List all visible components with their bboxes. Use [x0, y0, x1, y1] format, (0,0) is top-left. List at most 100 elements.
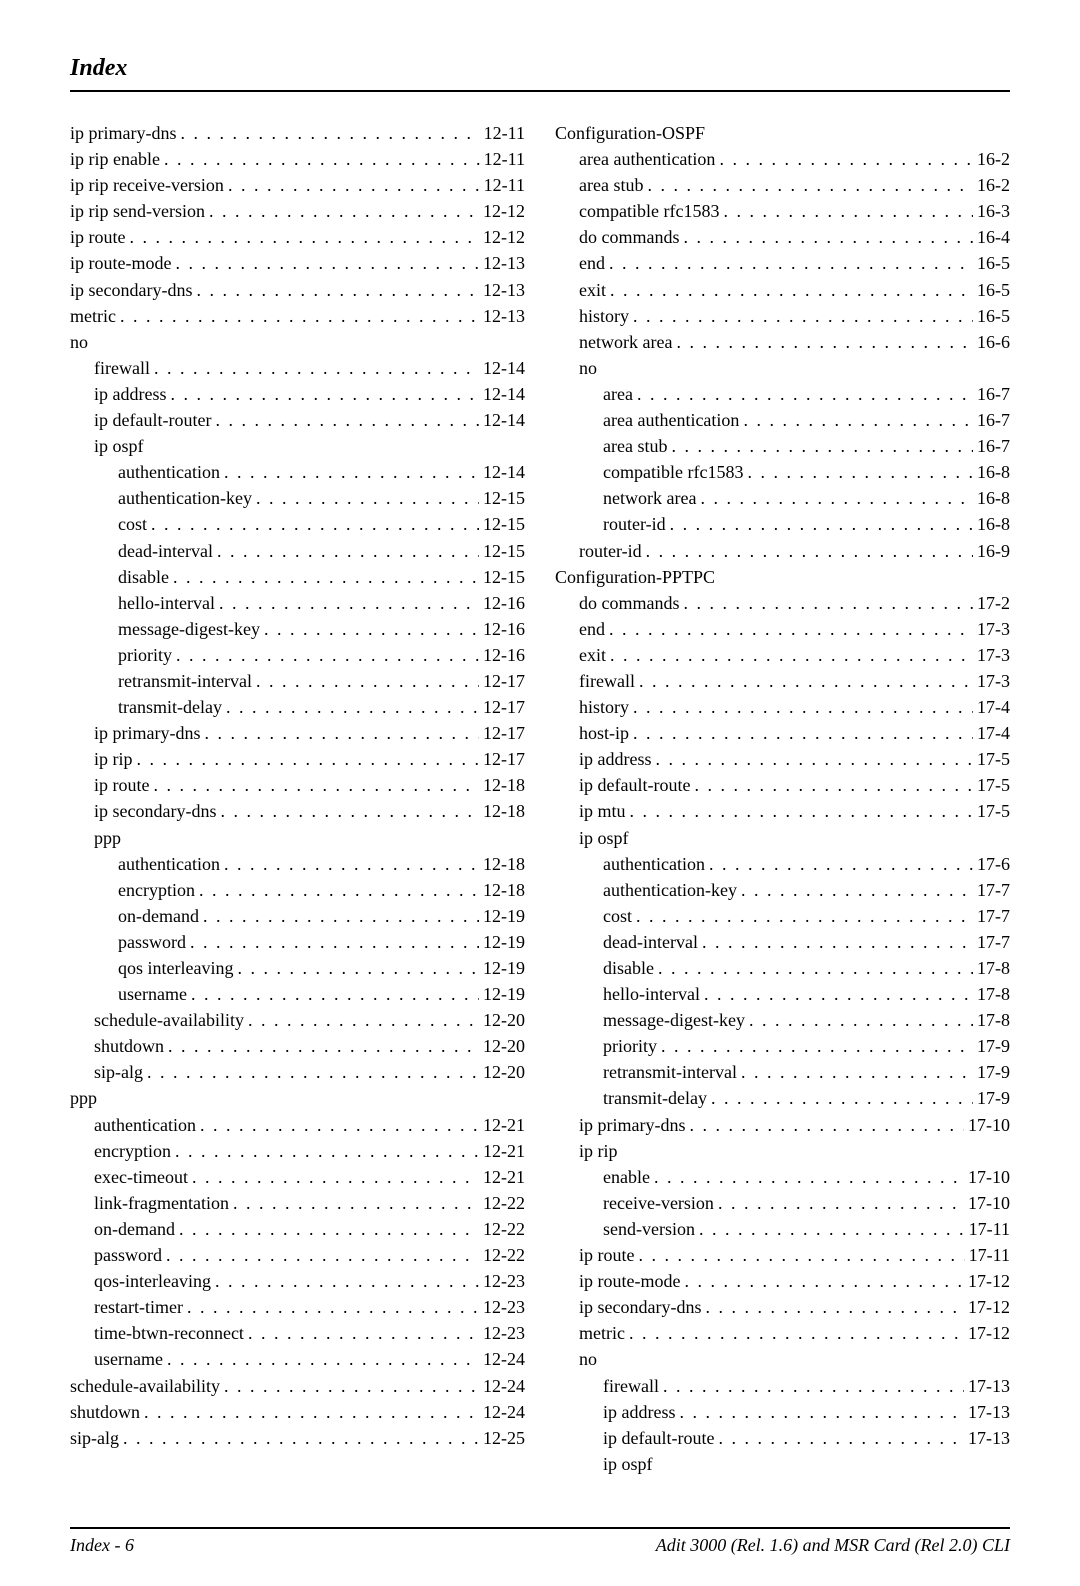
leader-dots — [718, 1190, 964, 1216]
index-entry-label: transmit-delay — [118, 694, 222, 720]
index-entry-label: ip secondary-dns — [579, 1294, 701, 1320]
index-entry: dead-interval17-7 — [555, 929, 1010, 955]
divider-top — [70, 90, 1010, 92]
index-entry-page: 12-14 — [483, 355, 525, 381]
leader-dots — [233, 1190, 479, 1216]
index-entry-label: ip rip send-version — [70, 198, 205, 224]
leader-dots — [248, 1320, 479, 1346]
index-entry-label: ip rip — [94, 746, 133, 772]
leader-dots — [167, 1346, 479, 1372]
index-entry-page: 17-7 — [977, 877, 1010, 903]
index-entry-label: network area — [579, 329, 672, 355]
leader-dots — [196, 277, 479, 303]
index-entry: shutdown12-24 — [70, 1399, 525, 1425]
index-entry-page: 12-24 — [483, 1346, 525, 1372]
index-entry-label: metric — [579, 1320, 625, 1346]
index-entry: area authentication16-2 — [555, 146, 1010, 172]
index-entry-label: disable — [603, 955, 654, 981]
index-entry-page: 12-16 — [483, 642, 525, 668]
leader-dots — [718, 1425, 964, 1451]
index-entry-label: compatible rfc1583 — [603, 459, 743, 485]
index-entry: router-id16-8 — [555, 511, 1010, 537]
leader-dots — [676, 329, 973, 355]
index-entry-label: message-digest-key — [118, 616, 260, 642]
index-entry: authentication12-14 — [70, 459, 525, 485]
index-entry: ip secondary-dns 12-18 — [70, 798, 525, 824]
index-entry: exec-timeout12-21 — [70, 1164, 525, 1190]
index-entry-page: 12-22 — [483, 1242, 525, 1268]
index-entry: Configuration-PPTPC — [555, 564, 1010, 590]
leader-dots — [699, 1216, 965, 1242]
leader-dots — [630, 798, 973, 824]
index-entry-page: 12-13 — [483, 277, 525, 303]
leader-dots — [154, 355, 479, 381]
index-entry-page: 16-7 — [977, 433, 1010, 459]
index-entry-label: retransmit-interval — [603, 1059, 737, 1085]
index-entry-page: 16-4 — [977, 224, 1010, 250]
index-entry: authentication12-18 — [70, 851, 525, 877]
index-entry-page: 16-5 — [977, 303, 1010, 329]
index-entry-label: network area — [603, 485, 696, 511]
index-entry-label: ip rip receive-version — [70, 172, 224, 198]
index-entry-label: ip primary-dns — [579, 1112, 685, 1138]
leader-dots — [176, 642, 479, 668]
index-entry-label: on-demand — [94, 1216, 175, 1242]
index-entry-page: 17-5 — [977, 746, 1010, 772]
index-entry: sip-alg12-25 — [70, 1425, 525, 1451]
index-entry: ip rip receive-version12-11 — [70, 172, 525, 198]
index-entry-label: ppp — [70, 1085, 97, 1111]
index-entry: send-version17-11 — [555, 1216, 1010, 1242]
leader-dots — [154, 772, 480, 798]
index-entry-page: 16-7 — [977, 381, 1010, 407]
index-entry-label: ip ospf — [94, 433, 144, 459]
leader-dots — [179, 1216, 479, 1242]
index-entry-page: 12-16 — [483, 616, 525, 642]
leader-dots — [711, 1085, 973, 1111]
leader-dots — [228, 172, 480, 198]
index-entry: ip default-router12-14 — [70, 407, 525, 433]
index-entry-page: 17-13 — [968, 1425, 1010, 1451]
index-entry-page: 17-2 — [977, 590, 1010, 616]
index-entry: on-demand12-22 — [70, 1216, 525, 1242]
index-entry: ip ospf — [555, 1451, 1010, 1477]
index-entry-label: encryption — [118, 877, 195, 903]
index-entry-page: 16-2 — [977, 146, 1010, 172]
index-entry-page: 17-13 — [968, 1373, 1010, 1399]
index-entry-page: 12-12 — [483, 224, 525, 250]
index-entry-page: 16-9 — [977, 538, 1010, 564]
index-entry: priority17-9 — [555, 1033, 1010, 1059]
index-entry-page: 17-3 — [977, 616, 1010, 642]
leader-dots — [741, 877, 973, 903]
index-entry-label: cost — [603, 903, 632, 929]
leader-dots — [723, 198, 973, 224]
index-entry-label: disable — [118, 564, 169, 590]
index-entry-label: end — [579, 250, 605, 276]
index-entry: encryption12-21 — [70, 1138, 525, 1164]
index-entry-page: 12-18 — [483, 798, 525, 824]
index-entry-label: username — [118, 981, 187, 1007]
index-column-right: Configuration-OSPFarea authentication16-… — [540, 120, 1010, 1477]
index-entry-page: 16-5 — [977, 277, 1010, 303]
index-entry: host-ip17-4 — [555, 720, 1010, 746]
index-entry-label: transmit-delay — [603, 1085, 707, 1111]
index-entry-label: cost — [118, 511, 147, 537]
index-entry: enable17-10 — [555, 1164, 1010, 1190]
leader-dots — [705, 1294, 964, 1320]
index-entry-label: hello-interval — [118, 590, 215, 616]
footer-page-number: Index - 6 — [70, 1535, 134, 1556]
index-entry-label: history — [579, 303, 629, 329]
index-entry-label: ip secondary-dns — [94, 798, 216, 824]
index-entry-label: firewall — [579, 668, 635, 694]
index-entry: network area16-8 — [555, 485, 1010, 511]
index-entry: authentication-key12-15 — [70, 485, 525, 511]
index-entry-page: 16-5 — [977, 250, 1010, 276]
index-entry-page: 16-7 — [977, 407, 1010, 433]
index-entry-page: 17-6 — [977, 851, 1010, 877]
index-entry: transmit-delay12-17 — [70, 694, 525, 720]
leader-dots — [151, 511, 479, 537]
index-entry-label: exec-timeout — [94, 1164, 188, 1190]
index-entry: ip route-mode12-13 — [70, 250, 525, 276]
leader-dots — [741, 1059, 973, 1085]
index-entry-label: exit — [579, 277, 606, 303]
index-entry-label: no — [70, 329, 88, 355]
